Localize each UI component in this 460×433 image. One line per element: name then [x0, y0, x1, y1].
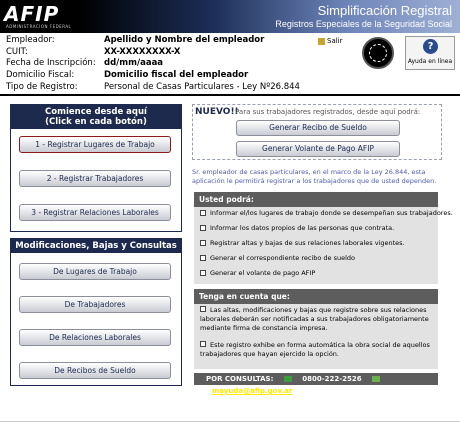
afip-logo[interactable]: AFIP ADMINISTRACION FEDERAL	[4, 2, 74, 30]
mod-recibos-button[interactable]: De Recibos de Sueldo	[19, 362, 171, 379]
cuenta-item-text: Este registro exhibe en forma automática…	[200, 341, 430, 358]
fecha-label: Fecha de Inscripción:	[6, 58, 96, 68]
panel-comience-header: Comience desde aquí (Click en cada botón…	[11, 105, 181, 129]
tipo-value: Personal de Casas Particulares - Ley Nº2…	[104, 82, 300, 92]
usted-podra-title: Usted podrá:	[194, 192, 438, 207]
phone-icon	[283, 376, 292, 382]
podra-item: Registrar altas y bajas de sus relacione…	[200, 239, 405, 247]
employer-info: Empleador: Apellido y Nombre del emplead…	[0, 33, 460, 96]
checkbox-icon	[200, 225, 206, 231]
header-bar: AFIP ADMINISTRACION FEDERAL Simplificaci…	[0, 0, 460, 33]
checkbox-icon	[200, 306, 206, 312]
domicilio-label: Domicilio Fiscal:	[6, 70, 75, 80]
checkbox-icon	[200, 341, 206, 347]
cuit-value: XX-XXXXXXXX-X	[104, 47, 181, 57]
mod-relaciones-button[interactable]: De Relaciones Laborales	[19, 329, 171, 346]
app-subtitle: Registros Especiales de la Seguridad Soc…	[275, 19, 452, 29]
app-title: Simplificación Registral	[317, 3, 452, 18]
tenga-en-cuenta-box: Tenga en cuenta que: Las altas, modifica…	[194, 289, 438, 369]
podra-item: Informar el/los lugares de trabajo donde…	[200, 209, 453, 217]
salir-label: Salir	[327, 37, 343, 45]
generar-volante-button[interactable]: Generar Volante de Pago AFIP	[236, 141, 400, 157]
podra-item: Generar el correspondiente recibo de sue…	[200, 254, 355, 262]
email-link[interactable]: mayuda@afip.gov.ar	[212, 387, 292, 395]
cuenta-item: Las altas, modificaciones y bajas que re…	[200, 306, 432, 333]
left-column: Comience desde aquí (Click en cada botón…	[0, 96, 188, 433]
mail-icon	[372, 376, 381, 382]
empleador-label: Empleador:	[6, 35, 55, 45]
security-seal-icon	[362, 37, 394, 69]
podra-item-text: Registrar altas y bajas de sus relacione…	[210, 239, 405, 247]
panel-modificaciones: Modificaciones, Bajas y Consultas De Lug…	[10, 238, 182, 386]
logo-text: AFIP	[4, 2, 60, 26]
registrar-relaciones-button[interactable]: 3 - Registrar Relaciones Laborales	[19, 204, 171, 221]
ayuda-label: Ayuda en línea	[407, 58, 453, 65]
podra-item-text: Generar el volante de pago AFIP	[210, 269, 316, 277]
consultas-label: POR CONSULTAS:	[206, 375, 274, 383]
tenga-en-cuenta-title: Tenga en cuenta que:	[194, 289, 438, 304]
usted-podra-box: Usted podrá: Informar el/los lugares de …	[194, 192, 453, 284]
podra-item-text: Informar los datos propios de las person…	[210, 224, 395, 232]
registrar-lugares-button[interactable]: 1 - Registrar Lugares de Trabajo	[19, 136, 171, 153]
nuevo-tag: NUEVO!!	[195, 107, 239, 117]
podra-item-text: Generar el correspondiente recibo de sue…	[210, 254, 356, 262]
panel-comience-subtitle: (Click en cada botón)	[45, 117, 147, 127]
fecha-value: dd/mm/aaaa	[104, 58, 164, 68]
checkbox-icon	[200, 270, 206, 276]
cuenta-item: Este registro exhibe en forma automática…	[200, 341, 432, 359]
podra-item-text: Informar el/los lugares de trabajo donde…	[210, 209, 453, 217]
checkbox-icon	[200, 210, 206, 216]
cuenta-item-text: Las altas, modificaciones y bajas que re…	[200, 306, 429, 332]
ayuda-button[interactable]: ? Ayuda en línea	[405, 36, 455, 70]
help-icon: ?	[423, 39, 438, 54]
nuevo-message: Para sus trabajadores registrados, desde…	[235, 108, 421, 116]
exit-icon	[318, 37, 325, 45]
registrar-trabajadores-button[interactable]: 2 - Registrar Trabajadores	[19, 170, 171, 187]
right-column: NUEVO!! Para sus trabajadores registrado…	[190, 96, 460, 433]
cuit-label: CUIT:	[6, 47, 28, 57]
panel-comience: Comience desde aquí (Click en cada botón…	[10, 104, 182, 232]
consultas-bar: POR CONSULTAS: 0800-222-2526 mayuda@afip…	[194, 373, 438, 395]
tipo-label: Tipo de Registro:	[6, 82, 78, 92]
info-note: Sr. empleador de casas particulares, en …	[192, 168, 437, 185]
mod-lugares-button[interactable]: De Lugares de Trabajo	[19, 263, 171, 280]
nuevo-box: NUEVO!! Para sus trabajadores registrado…	[192, 104, 442, 160]
salir-link[interactable]: Salir	[318, 37, 343, 45]
panel-comience-title: Comience desde aquí	[45, 107, 147, 117]
checkbox-icon	[200, 240, 206, 246]
podra-item: Generar el volante de pago AFIP	[200, 269, 315, 277]
panel-modificaciones-header: Modificaciones, Bajas y Consultas	[11, 239, 181, 253]
footer-strip	[0, 421, 460, 433]
empleador-value: Apellido y Nombre del empleador	[104, 35, 265, 45]
telefono-text: 0800-222-2526	[302, 375, 362, 383]
podra-item: Informar los datos propios de las person…	[200, 224, 394, 232]
checkbox-icon	[200, 255, 206, 261]
logo-subtext: ADMINISTRACION FEDERAL	[6, 24, 72, 29]
mod-trabajadores-button[interactable]: De Trabajadores	[19, 296, 171, 313]
generar-recibo-button[interactable]: Generar Recibo de Sueldo	[236, 120, 400, 136]
domicilio-value: Domicilio fiscal del empleador	[104, 70, 249, 80]
